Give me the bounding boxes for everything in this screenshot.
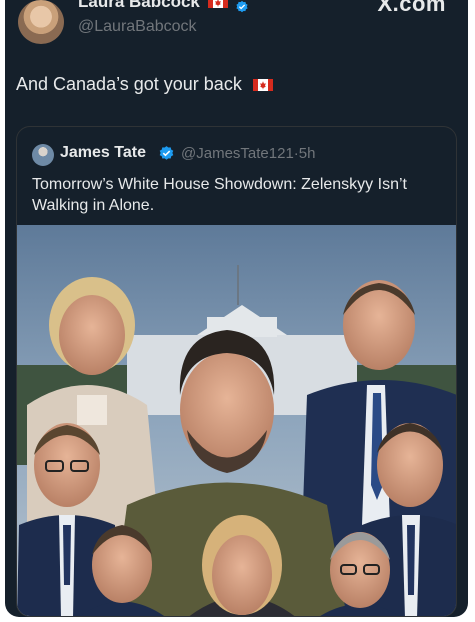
quoted-author-handle-time[interactable]: @JamesTate121·5h [181, 145, 315, 162]
canada-flag-icon [252, 79, 273, 91]
group-portrait-illustration [17, 225, 456, 616]
author-name[interactable]: Laura Babcock [78, 0, 200, 12]
post-text: And Canada’s got your back [16, 74, 273, 95]
group-portrait-image[interactable] [17, 225, 456, 616]
author-avatar[interactable] [18, 0, 64, 44]
author-handle[interactable]: @LauraBabcock [78, 18, 197, 36]
tweet-card[interactable]: Laura Babcock @LauraBabcock X.com And Ca… [5, 0, 468, 617]
quoted-author-name[interactable]: James Tate [60, 144, 146, 162]
post-text-body: And Canada’s got your back [16, 74, 242, 94]
verified-badge-icon [236, 0, 248, 13]
verified-badge-icon [159, 146, 174, 160]
quoted-tweet[interactable]: James Tate @JamesTate121·5h Tomorrow’s W… [16, 126, 457, 617]
quoted-author-avatar[interactable] [32, 144, 54, 166]
canada-flag-icon [208, 0, 228, 8]
quoted-tweet-text: Tomorrow’s White House Showdown: Zelensk… [32, 176, 407, 214]
source-watermark: X.com [377, 0, 446, 16]
